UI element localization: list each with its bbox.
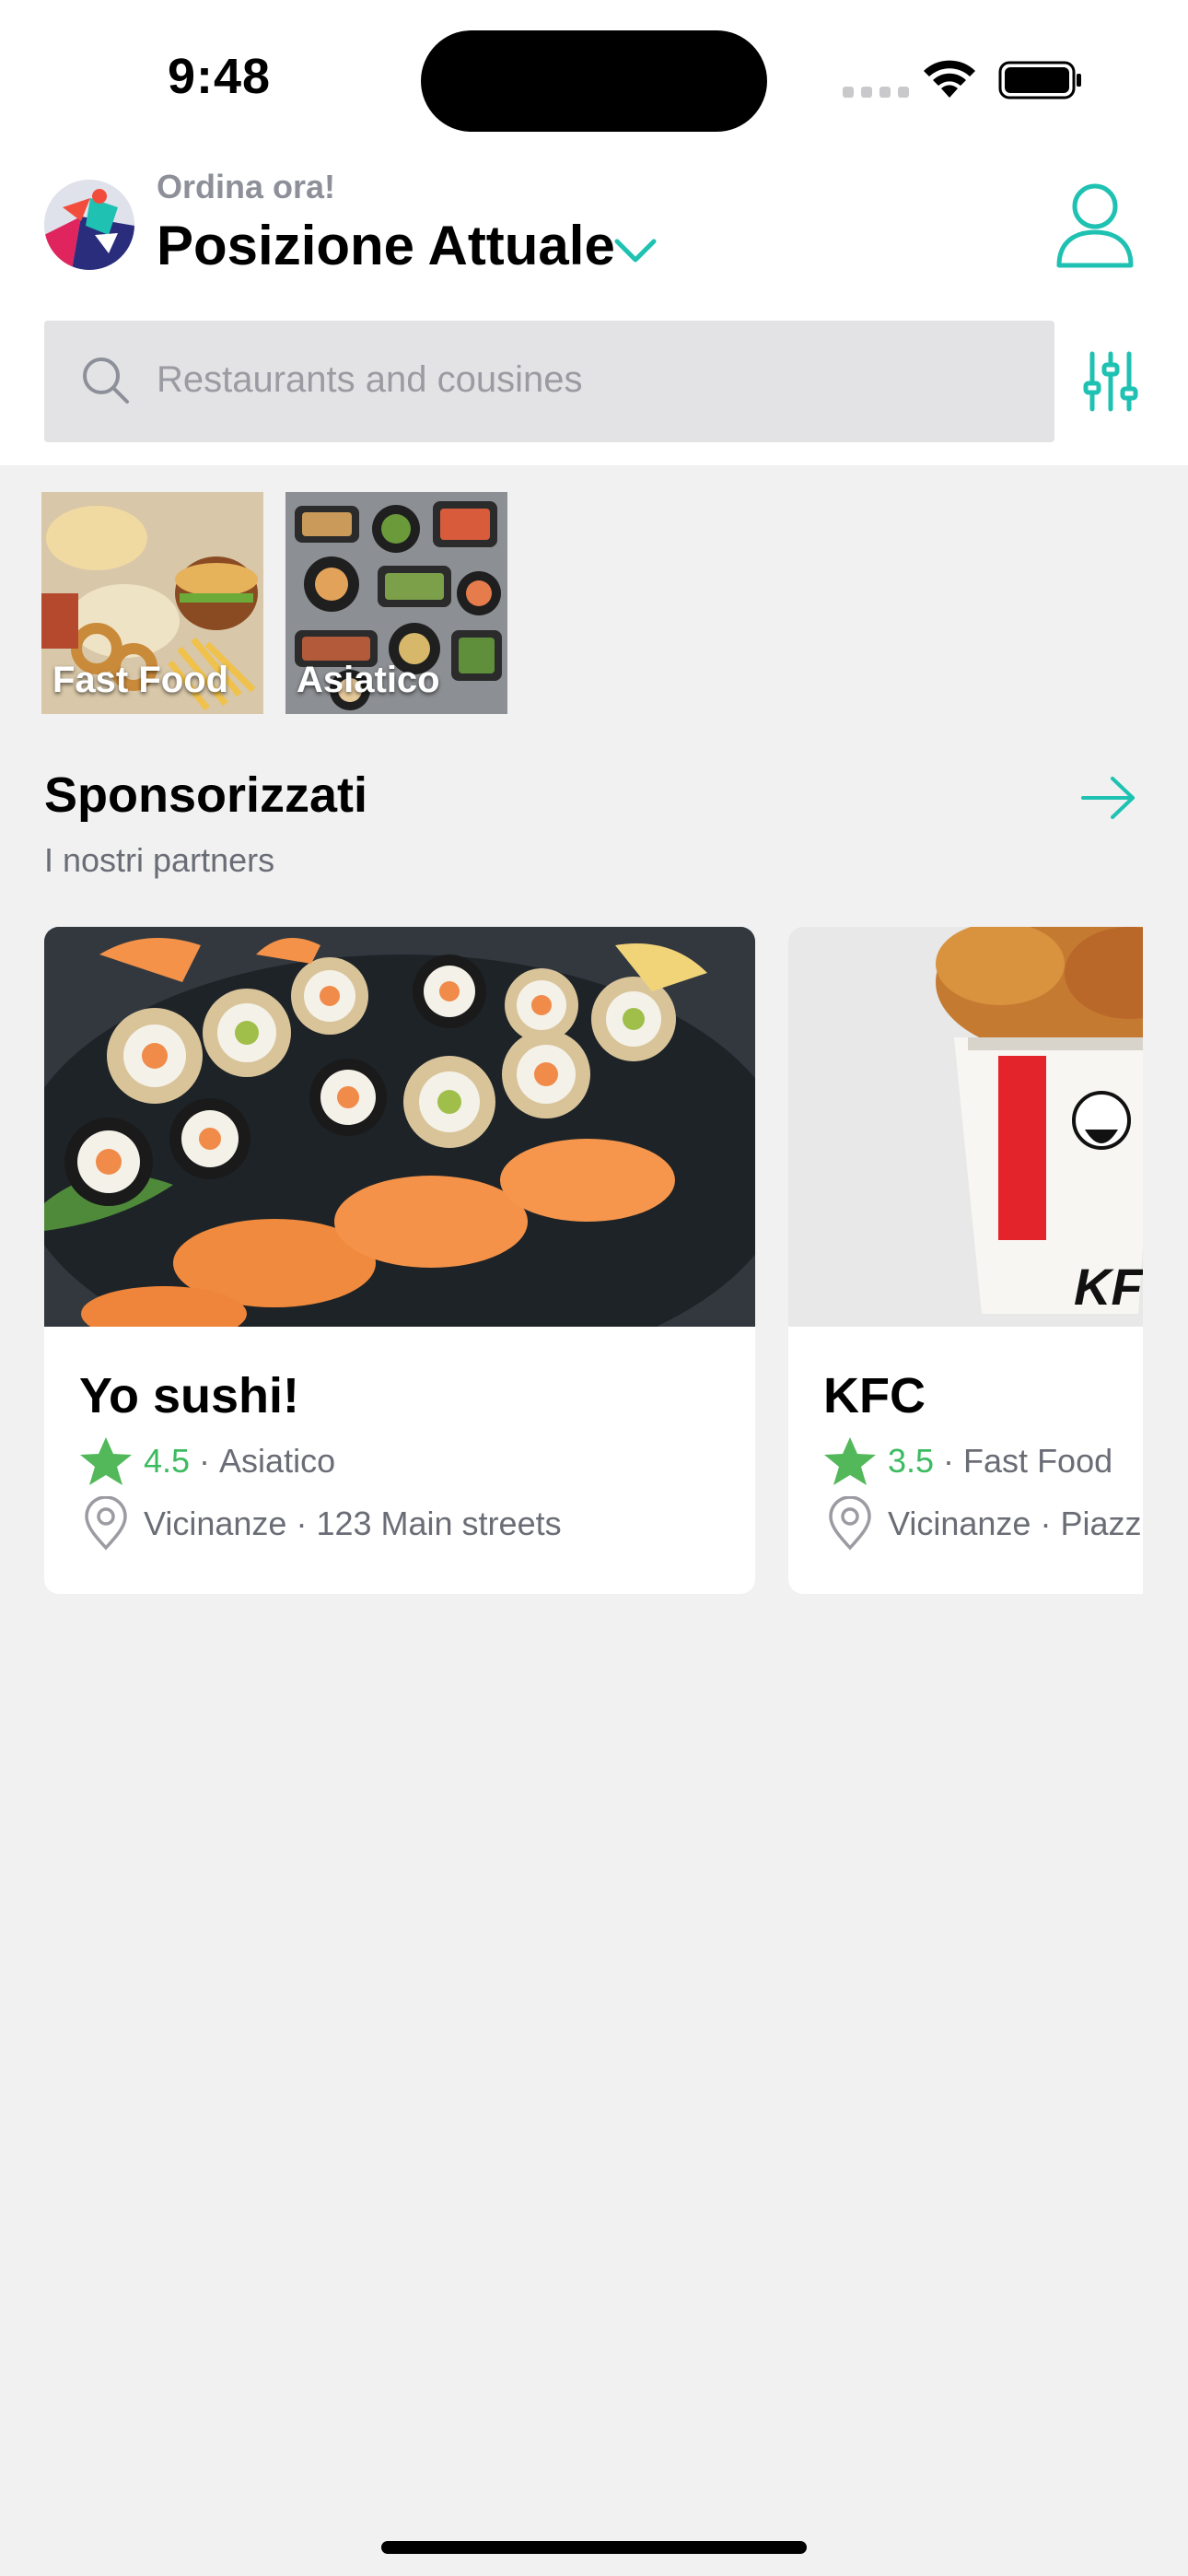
separator-dot: ·	[296, 1505, 308, 1542]
location-pin-icon	[829, 1496, 871, 1551]
dynamic-island	[421, 30, 767, 132]
svg-text:KF: KF	[1074, 1258, 1143, 1316]
restaurant-name: Yo sushi!	[79, 1368, 300, 1423]
separator-dot: ·	[943, 1442, 955, 1480]
restaurant-category: Asiatico	[219, 1442, 336, 1480]
category-label: Fast Food	[52, 660, 229, 700]
restaurant-image: KF	[788, 927, 1143, 1327]
restaurant-card[interactable]: Yo sushi! 4.5 · Asiatico Vicinanze · 123…	[44, 927, 755, 1594]
restaurant-name: KFC	[823, 1368, 926, 1423]
home-indicator[interactable]	[381, 2541, 807, 2554]
header-eyebrow: Ordina ora!	[157, 168, 336, 205]
location-row: Vicinanze · Piazz	[823, 1496, 1141, 1551]
restaurant-card-clip: KF KFC 3.5 · Fast Food Vicinanze · Piazz	[788, 927, 1143, 1594]
location-selector[interactable]: Posizione Attuale	[157, 214, 615, 277]
star-icon	[824, 1437, 876, 1485]
filter-sliders-icon[interactable]	[1083, 350, 1138, 413]
search-placeholder: Restaurants and cousines	[157, 359, 583, 400]
separator-dot: ·	[1040, 1505, 1052, 1542]
section-title: Sponsorizzati	[44, 767, 368, 823]
location-pin-icon	[85, 1496, 127, 1551]
category-fast-food[interactable]: Fast Food	[41, 492, 263, 714]
restaurant-address: 123 Main streets	[316, 1505, 562, 1542]
cellular-signal-icon	[843, 87, 909, 98]
avatar-logo-icon[interactable]	[44, 180, 134, 270]
distance-label: Vicinanze	[144, 1505, 287, 1542]
battery-icon	[998, 61, 1081, 100]
restaurant-category: Fast Food	[963, 1442, 1113, 1480]
user-icon[interactable]	[1055, 181, 1135, 269]
category-label: Asiatico	[297, 660, 440, 700]
category-asiatico[interactable]: Asiatico	[285, 492, 507, 714]
rating-row: 4.5 · Asiatico	[79, 1435, 335, 1487]
section-subtitle: I nostri partners	[44, 841, 275, 879]
restaurant-image	[44, 927, 755, 1327]
search-icon	[83, 357, 129, 404]
arrow-right-icon[interactable]	[1079, 774, 1138, 822]
wifi-icon	[924, 60, 975, 98]
restaurant-card[interactable]: KF KFC 3.5 · Fast Food Vicinanze · Piazz	[788, 927, 1143, 1594]
restaurant-address: Piazz	[1060, 1505, 1142, 1542]
chevron-down-icon[interactable]	[611, 234, 659, 267]
star-icon	[80, 1437, 132, 1485]
location-row: Vicinanze · 123 Main streets	[79, 1496, 562, 1551]
rating-value: 3.5	[888, 1442, 935, 1480]
distance-label: Vicinanze	[888, 1505, 1031, 1542]
status-time: 9:48	[168, 49, 272, 104]
rating-row: 3.5 · Fast Food	[823, 1435, 1112, 1487]
separator-dot: ·	[199, 1442, 211, 1480]
rating-value: 4.5	[144, 1442, 191, 1480]
